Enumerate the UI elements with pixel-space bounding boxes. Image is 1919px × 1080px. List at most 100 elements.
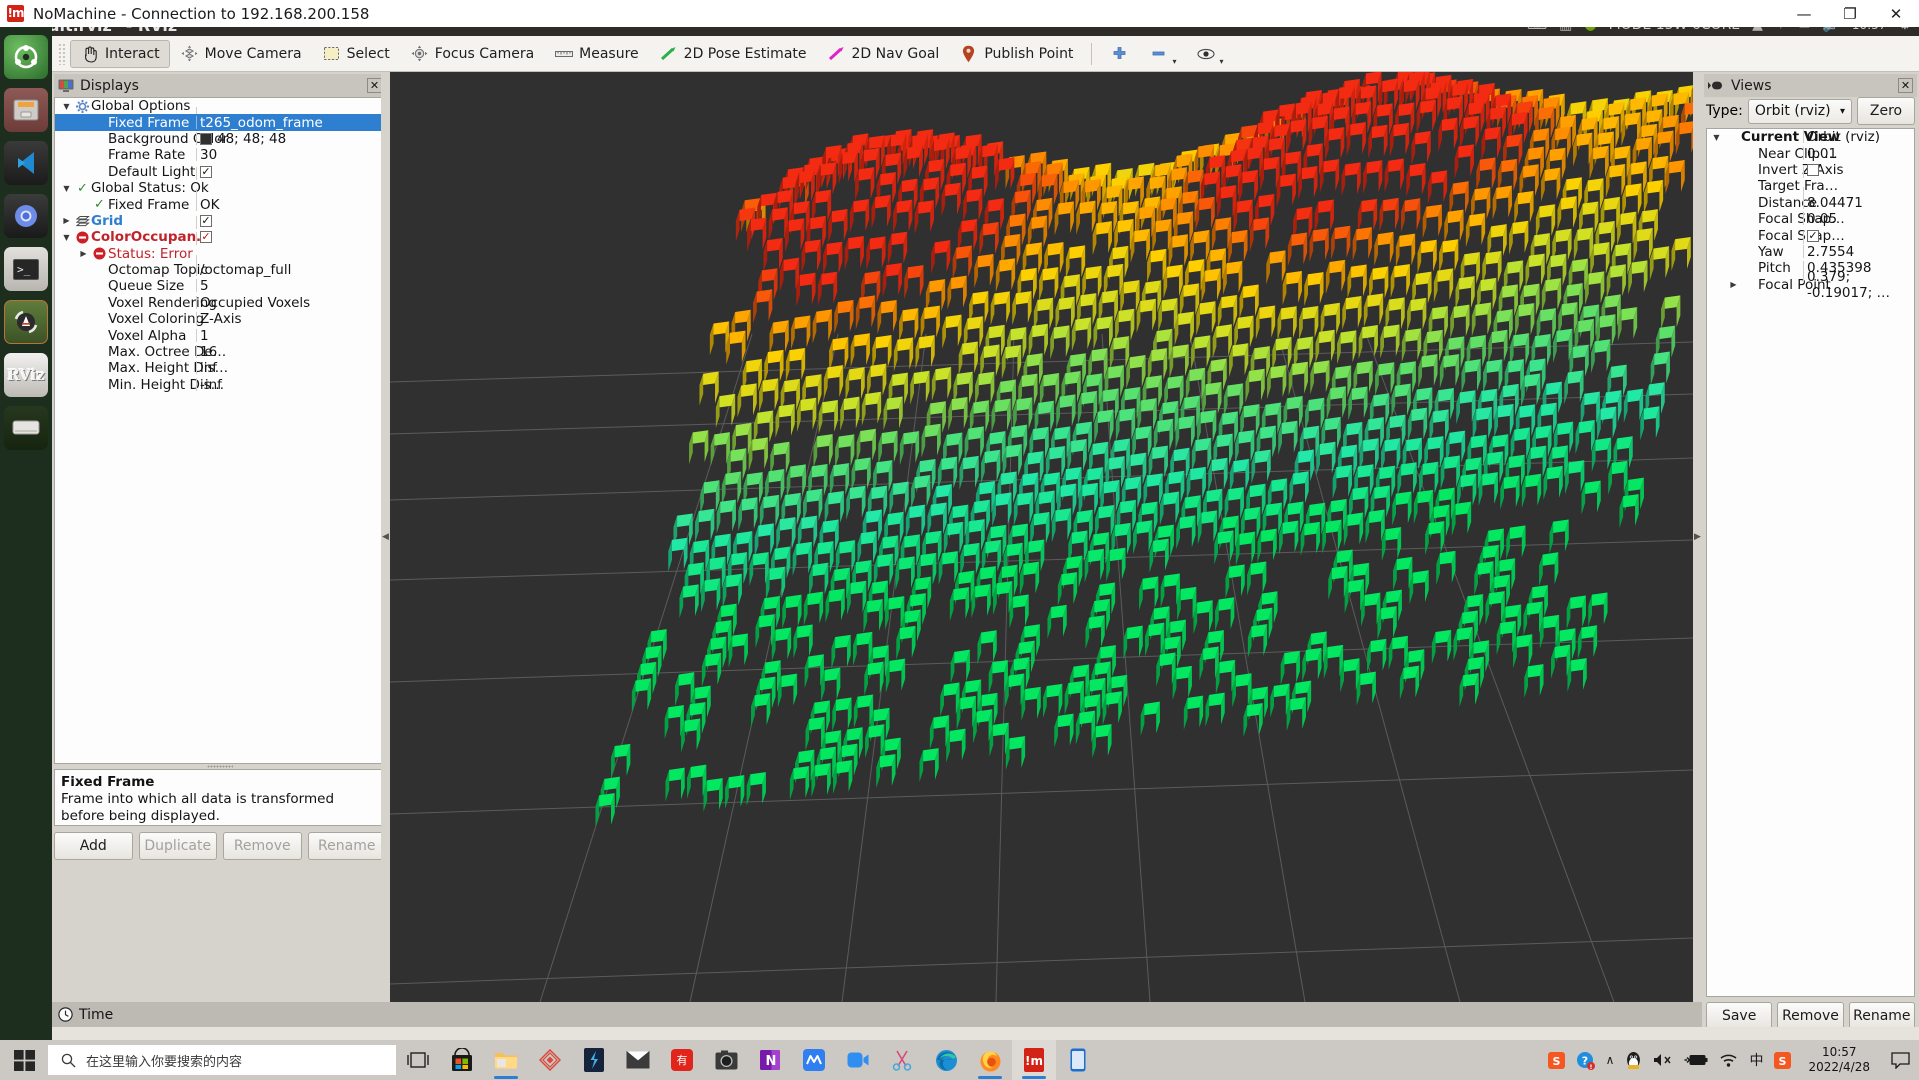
minimize-button[interactable]: — <box>1781 0 1827 27</box>
launcher-item-rviz[interactable]: RViz <box>4 353 48 397</box>
property-value-cell[interactable]: Z-Axis <box>196 311 242 327</box>
rename-view-button[interactable]: Rename <box>1848 1002 1915 1030</box>
property-row[interactable]: Focal Shap… ✓ <box>1707 227 1914 244</box>
launcher-item-terminal[interactable]: >_ <box>4 247 48 291</box>
close-button[interactable]: ✕ <box>1873 0 1919 27</box>
tool-select[interactable]: Select <box>312 40 400 68</box>
launcher-item-chromium[interactable] <box>4 194 48 238</box>
twisty-icon[interactable]: ▶ <box>76 249 91 258</box>
qq-penguin-icon[interactable] <box>1625 1051 1642 1070</box>
remove-tool-caret[interactable]: ▾ <box>1172 57 1176 66</box>
launcher-item-files[interactable] <box>4 88 48 132</box>
windows-start-icon[interactable] <box>0 1040 48 1080</box>
action-center-icon[interactable] <box>1887 1040 1913 1080</box>
property-row[interactable]: Invert Z Axis <box>1707 162 1914 178</box>
taskbar-item-phone-link[interactable] <box>1056 1040 1100 1080</box>
property-row[interactable]: Distance 8.04471 <box>1707 195 1914 211</box>
property-value-cell[interactable]: 16 <box>195 344 217 360</box>
color-swatch[interactable] <box>200 132 212 145</box>
twisty-icon[interactable]: ▼ <box>59 184 74 193</box>
property-row[interactable]: Fixed Frame t265_odom_frame <box>55 114 385 131</box>
taskbar-item-youdao[interactable]: 有 <box>660 1040 704 1080</box>
property-row[interactable]: Max. Octree De… 16 <box>55 344 385 360</box>
taskbar-item-video-conference[interactable] <box>836 1040 880 1080</box>
sogou-pinyin-icon[interactable]: S <box>1774 1051 1792 1069</box>
property-row[interactable]: Min. Height Dis… -inf <box>55 377 385 393</box>
property-checkbox[interactable]: ✓ <box>1807 229 1819 242</box>
property-value-cell[interactable]: 0.379; -0.19017; … <box>1803 269 1914 301</box>
property-row[interactable]: Background Color 48; 48; 48 <box>55 131 385 147</box>
twisty-icon[interactable]: ▼ <box>1709 133 1724 142</box>
battery-charging-icon[interactable] <box>1684 1053 1708 1067</box>
property-value-cell[interactable]: 0.01 <box>1802 146 1837 162</box>
save-view-button[interactable]: Save <box>1706 1002 1773 1030</box>
visibility-button[interactable]: ▾ <box>1186 40 1233 68</box>
tool-publish-point[interactable]: Publish Point <box>949 40 1083 68</box>
property-row[interactable]: Yaw 2.7554 <box>1707 244 1914 260</box>
3d-render-view[interactable] <box>390 72 1693 1002</box>
property-value-cell[interactable]: ✓ <box>196 231 212 246</box>
twisty-icon[interactable]: ▼ <box>59 233 74 242</box>
toolbar-grip[interactable] <box>58 42 66 65</box>
tool-focus-camera[interactable]: Focus Camera <box>400 40 544 68</box>
twisty-icon[interactable]: ▶ <box>1726 280 1741 289</box>
add-display-button[interactable]: Add <box>54 832 133 860</box>
property-value-cell[interactable] <box>1803 163 1819 178</box>
property-value-cell[interactable]: ✓ <box>196 214 212 229</box>
property-value-cell[interactable]: ✓ <box>196 165 212 180</box>
remove-view-button[interactable]: Remove <box>1777 1002 1844 1030</box>
taskbar-item-firefox[interactable] <box>968 1040 1012 1080</box>
property-row[interactable]: Voxel Coloring Z-Axis <box>55 311 385 327</box>
taskbar-item-file-explorer[interactable] <box>484 1040 528 1080</box>
taskbar-item-microsoft-store[interactable] <box>440 1040 484 1080</box>
property-row[interactable]: Voxel Rendering Occupied Voxels <box>55 295 385 311</box>
tool-2d-pose-estimate[interactable]: 2D Pose Estimate <box>649 40 817 68</box>
displays-collapse-handle[interactable]: ◀ <box>381 72 390 1002</box>
launcher-item-ubuntu-dash[interactable] <box>4 35 48 79</box>
property-checkbox[interactable]: ✓ <box>200 214 212 227</box>
property-checkbox[interactable]: ✓ <box>200 165 212 178</box>
close-icon[interactable]: ✕ <box>1898 78 1913 93</box>
property-value-cell[interactable]: -inf <box>196 377 222 393</box>
chevron-up-icon[interactable]: ∧ <box>1606 1053 1615 1067</box>
taskbar-item-nomachine[interactable]: !m <box>1012 1040 1056 1080</box>
property-checkbox[interactable]: ✓ <box>200 231 212 244</box>
property-row[interactable]: Default Light ✓ <box>55 164 385 180</box>
add-tool-button[interactable] <box>1100 40 1139 68</box>
property-value-cell[interactable]: t265_odom_frame <box>196 115 323 131</box>
tool-interact[interactable]: Interact <box>70 39 170 68</box>
taskbar-item-mail[interactable] <box>616 1040 660 1080</box>
taskbar-search-box[interactable]: 在这里输入你要搜索的内容 <box>48 1045 396 1075</box>
volume-muted-icon[interactable] <box>1653 1052 1673 1068</box>
property-row[interactable]: ▼ Current View Orbit (rviz) <box>1707 129 1914 145</box>
views-tree[interactable]: ▼ Current View Orbit (rviz) Near Clip … 0.01… <box>1706 128 1915 997</box>
launcher-item-vscode[interactable] <box>4 141 48 185</box>
property-row[interactable]: ▼ ColorOccupan… ✓ <box>55 229 385 246</box>
launcher-item-software-updater[interactable] <box>4 300 48 344</box>
property-value-cell[interactable]: 2.7554 <box>1802 244 1854 260</box>
property-value-cell[interactable]: 1 <box>196 328 209 344</box>
close-icon[interactable]: ✕ <box>367 78 382 93</box>
taskbar-clock[interactable]: 10:57 2022/4/28 <box>1802 1045 1876 1075</box>
zero-button[interactable]: Zero <box>1857 97 1915 125</box>
sogou-icon[interactable]: S <box>1547 1051 1565 1069</box>
property-row[interactable]: ▶ Status: Error <box>55 246 385 268</box>
property-value-cell[interactable]: 8.04471 <box>1803 195 1863 211</box>
tool-measure[interactable]: Measure <box>544 40 649 68</box>
property-row[interactable]: ▶ Grid ✓ <box>55 213 385 229</box>
taskbar-item-edge[interactable] <box>924 1040 968 1080</box>
views-collapse-handle[interactable]: ▶ <box>1693 72 1702 1002</box>
property-row[interactable]: Octomap Topic/octomap_full <box>55 262 385 278</box>
taskbar-item-wechat-work[interactable] <box>792 1040 836 1080</box>
displays-tree[interactable]: ▼ Global Options Fixed Frame t265_odom_fram… <box>54 97 386 764</box>
tool-2d-nav-goal[interactable]: 2D Nav Goal <box>817 40 950 68</box>
property-value-cell[interactable]: Orbit (rviz) <box>1803 129 1880 145</box>
property-value-cell[interactable]: Occupied Voxels <box>195 295 310 311</box>
taskbar-item-camera[interactable] <box>704 1040 748 1080</box>
remove-tool-button[interactable]: ▾ <box>1139 40 1186 68</box>
property-row[interactable]: Max. Height Dis… inf <box>55 360 385 376</box>
property-value-cell[interactable]: /octomap_full <box>195 262 291 278</box>
property-value-cell[interactable]: inf <box>195 360 217 376</box>
property-row[interactable]: ▶ Focal Point 0.379; -0.19017; … <box>1707 269 1914 301</box>
visibility-caret[interactable]: ▾ <box>1219 57 1223 66</box>
